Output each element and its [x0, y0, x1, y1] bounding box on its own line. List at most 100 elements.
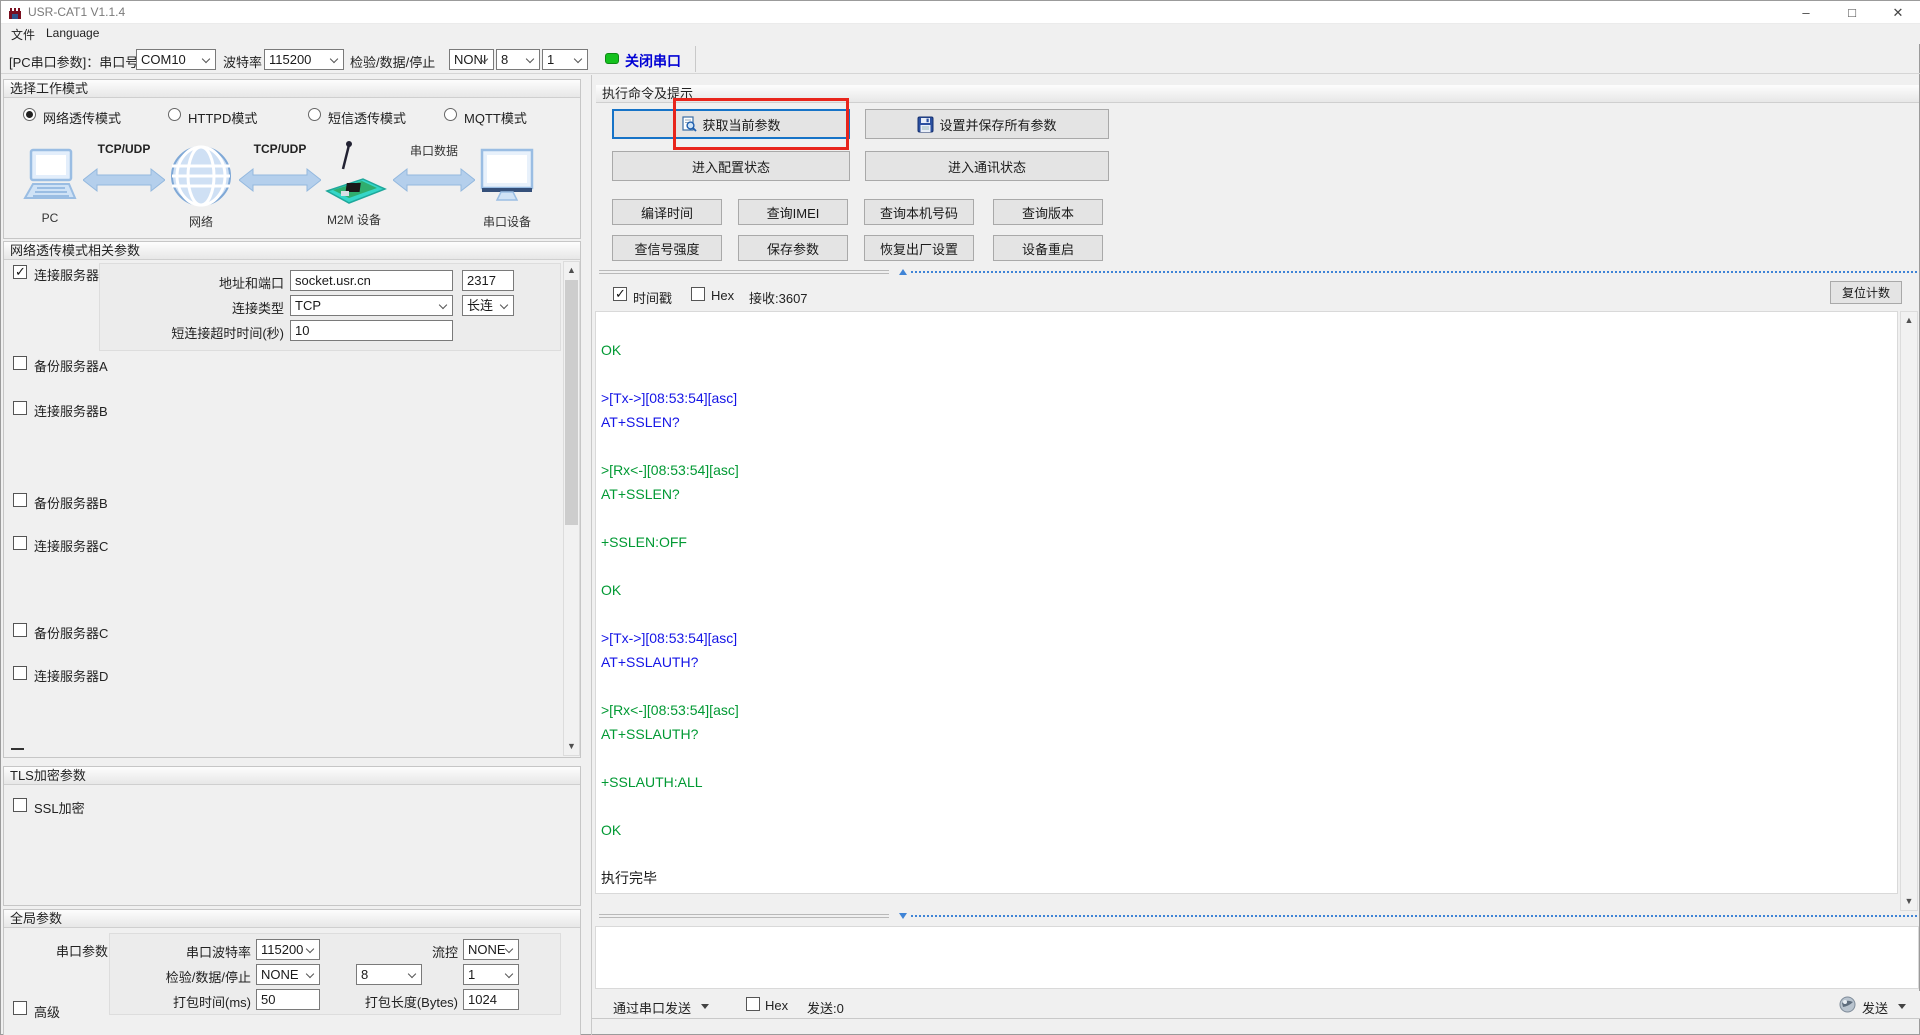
backup-server-a-checkbox[interactable]	[13, 356, 27, 370]
log-area[interactable]: OK >[Tx->][08:53:54][asc] AT+SSLEN? >[Rx<…	[595, 311, 1898, 894]
radio-mqtt-mode-label: MQTT模式	[464, 111, 527, 126]
server-a-checkbox[interactable]	[13, 264, 27, 280]
query-version-button[interactable]: 查询版本	[993, 199, 1103, 225]
chevron-down-icon[interactable]	[701, 1004, 709, 1009]
node-label-network: 网络	[188, 215, 213, 229]
radio-sms-mode[interactable]	[308, 108, 321, 121]
send-icon	[1839, 996, 1856, 1013]
factory-reset-button[interactable]: 恢复出厂设置	[864, 235, 974, 261]
log-line: OK	[601, 342, 622, 358]
compile-time-button[interactable]: 编译时间	[612, 199, 722, 225]
query-local-number-button[interactable]: 查询本机号码	[864, 199, 974, 225]
recv-count: 接收:3607	[749, 291, 808, 306]
enter-config-button[interactable]: 进入配置状态	[612, 151, 850, 181]
parity-select[interactable]: NONI	[449, 49, 494, 70]
advanced-checkbox[interactable]	[13, 1001, 27, 1015]
serial-params-label: 串口参数	[56, 944, 109, 959]
flow-control-label: 流控	[431, 945, 458, 960]
magnifier-doc-icon	[682, 116, 698, 132]
server-a-label: 连接服务器A	[34, 268, 108, 283]
ssl-checkbox[interactable]	[13, 798, 27, 812]
baud-label: 波特率	[223, 55, 263, 70]
scroll-up-icon[interactable]: ▲	[564, 263, 579, 278]
top-splitter[interactable]	[599, 269, 1919, 277]
server-d-checkbox[interactable]	[13, 666, 27, 680]
send-hex-checkbox[interactable]	[746, 997, 760, 1011]
send-input-area[interactable]	[595, 926, 1919, 989]
radio-mqtt-mode[interactable]	[444, 108, 457, 121]
scroll-down-icon[interactable]: ▼	[1901, 894, 1917, 909]
global-stopbits-select[interactable]: 1	[463, 964, 519, 985]
send-button[interactable]: 发送	[1862, 998, 1888, 1017]
chevron-down-icon	[504, 969, 514, 979]
menu-item-language[interactable]: Language	[46, 26, 99, 40]
server-a-address-input[interactable]: socket.usr.cn	[290, 270, 453, 291]
com-port-select[interactable]: COM10	[136, 49, 216, 70]
radio-network-mode[interactable]	[23, 108, 36, 121]
device-restart-button[interactable]: 设备重启	[993, 235, 1103, 261]
splitter-collapse-icon[interactable]	[899, 913, 907, 919]
short-conn-timeout-input[interactable]: 10	[290, 320, 453, 341]
server-a-port-input[interactable]: 2317	[462, 270, 514, 291]
timestamp-checkbox[interactable]	[613, 286, 627, 302]
save-params-button[interactable]: 保存参数	[738, 235, 848, 261]
bottom-splitter[interactable]	[599, 913, 1919, 921]
stopbits-select[interactable]: 1	[542, 49, 588, 70]
flow-control-select[interactable]: NONE	[463, 939, 519, 960]
menu-item-file[interactable]: 文件	[11, 26, 35, 43]
baud-select[interactable]: 115200	[264, 49, 344, 70]
m2m-device-icon	[325, 141, 387, 204]
title-bar: USR-CAT1 V1.1.4 – □ ✕	[1, 1, 1920, 24]
addr-port-label: 地址和端口	[218, 276, 284, 291]
pack-length-input[interactable]: 1024	[463, 989, 519, 1010]
log-line: 执行完毕	[601, 870, 657, 886]
backup-server-b-checkbox[interactable]	[13, 493, 27, 507]
log-scrollbar[interactable]: ▲ ▼	[1900, 311, 1918, 911]
databits-select[interactable]: 8	[496, 49, 540, 70]
scroll-down-icon[interactable]: ▼	[564, 739, 579, 754]
scroll-up-icon[interactable]: ▲	[1901, 313, 1917, 328]
backup-server-b-label: 备份服务器B	[34, 496, 108, 511]
log-hex-label: Hex	[711, 288, 735, 303]
reset-count-button[interactable]: 复位计数	[1830, 281, 1902, 304]
enter-comm-button[interactable]: 进入通讯状态	[865, 151, 1109, 181]
backup-server-c-checkbox[interactable]	[13, 623, 27, 637]
chevron-down-icon	[305, 969, 315, 979]
conn-type-select[interactable]: TCP	[290, 295, 453, 316]
close-port-button[interactable]: 关闭串口	[625, 51, 681, 71]
query-signal-button[interactable]: 查信号强度	[612, 235, 722, 261]
chevron-down-icon	[407, 969, 417, 979]
set-save-params-button[interactable]: 设置并保存所有参数	[865, 109, 1109, 139]
advanced-label: 高级	[34, 1005, 61, 1020]
log-line: >[Tx->][08:53:54][asc]	[601, 390, 738, 406]
arrow-m2m-serial	[393, 167, 475, 193]
close-button[interactable]: ✕	[1875, 1, 1920, 24]
chevron-down-icon	[525, 54, 535, 64]
minimize-button[interactable]: –	[1783, 1, 1829, 24]
server-b-checkbox[interactable]	[13, 401, 27, 415]
chevron-down-icon[interactable]	[1898, 1004, 1906, 1009]
radio-httpd-mode[interactable]	[168, 108, 181, 121]
work-mode-header: 选择工作模式	[4, 80, 580, 98]
log-line: OK	[601, 822, 622, 838]
global-databits-select[interactable]: 8	[356, 964, 422, 985]
query-imei-button[interactable]: 查询IMEI	[738, 199, 848, 225]
scrollbar-thumb[interactable]	[565, 280, 578, 525]
server-c-checkbox[interactable]	[13, 536, 27, 550]
short-conn-timeout-label: 短连接超时时间(秒)	[171, 326, 284, 341]
serial-baud-select[interactable]: 115200	[256, 939, 320, 960]
conn-mode-select[interactable]: 长连	[462, 295, 514, 316]
log-hex-checkbox[interactable]	[691, 287, 705, 301]
serial-baud-label: 串口波特率	[185, 945, 251, 960]
splitter-collapse-icon[interactable]	[899, 269, 907, 275]
log-line: OK	[601, 582, 622, 598]
clipped-item-dash	[11, 748, 24, 750]
maximize-button[interactable]: □	[1829, 1, 1875, 24]
send-mode-dropdown[interactable]: 通过串口发送	[613, 998, 691, 1017]
get-params-button[interactable]: 获取当前参数	[612, 109, 850, 139]
net-params-scrollbar[interactable]: ▲ ▼	[563, 261, 580, 756]
global-parity-select[interactable]: NONE	[256, 964, 320, 985]
pack-time-input[interactable]: 50	[256, 989, 320, 1010]
